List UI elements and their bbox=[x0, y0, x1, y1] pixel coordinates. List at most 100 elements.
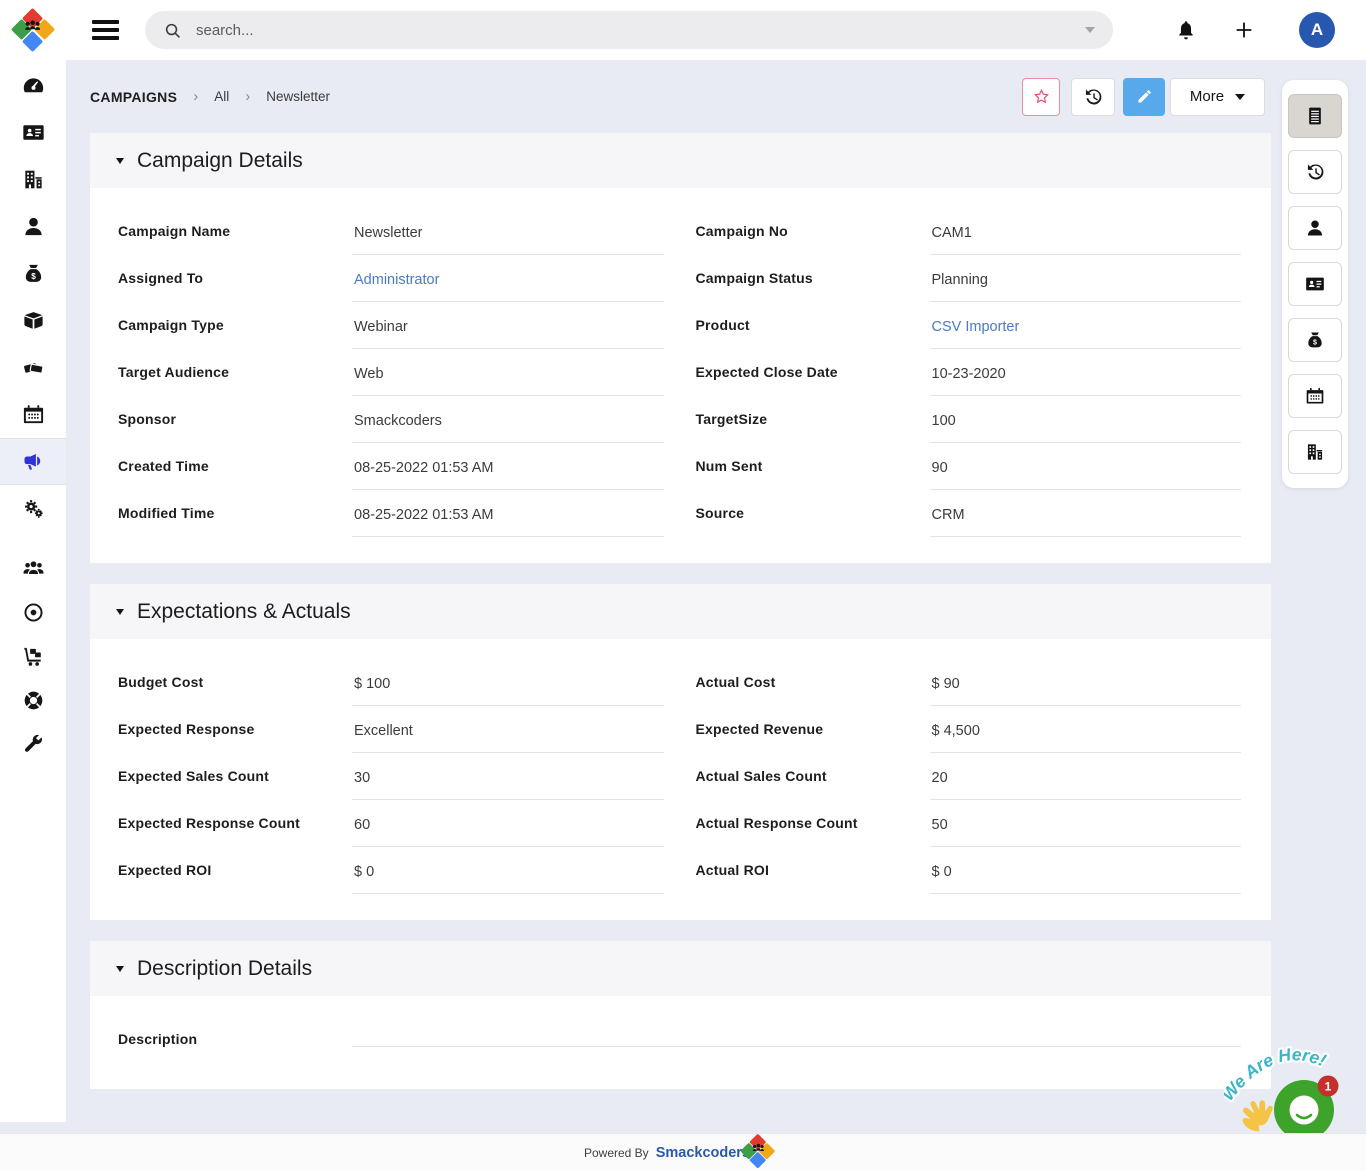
history-icon bbox=[1083, 87, 1103, 107]
sidebar-item-tickets[interactable] bbox=[0, 344, 66, 391]
sidebar-item-dashboard[interactable] bbox=[0, 62, 66, 109]
more-button[interactable]: More bbox=[1170, 78, 1265, 116]
quick-create-plus-icon[interactable] bbox=[1233, 19, 1255, 41]
field-row: Expected Revenue$ 4,500 bbox=[696, 712, 1242, 759]
footer-logo[interactable] bbox=[742, 1135, 774, 1167]
field-value: Excellent bbox=[352, 712, 664, 753]
field-value: 30 bbox=[352, 759, 664, 800]
sidebar-item-purchases[interactable] bbox=[0, 634, 66, 678]
section-body: Campaign NameNewsletterAssigned ToAdmini… bbox=[90, 188, 1271, 563]
field-value: CRM bbox=[930, 496, 1242, 537]
rail-button-leads-related[interactable] bbox=[1288, 262, 1342, 306]
breadcrumb-item-all[interactable]: All bbox=[214, 89, 229, 104]
sidebar-item-contacts[interactable] bbox=[0, 203, 66, 250]
sidebar-item-settings[interactable] bbox=[0, 485, 66, 532]
calendar-icon bbox=[1305, 386, 1325, 406]
field-label: Campaign Type bbox=[118, 308, 352, 333]
field-row: Actual ROI$ 0 bbox=[696, 853, 1242, 900]
field-row: Expected ROI$ 0 bbox=[118, 853, 664, 900]
field-value: 50 bbox=[930, 806, 1242, 847]
sidebar-item-products[interactable] bbox=[0, 297, 66, 344]
wrench-icon bbox=[22, 733, 45, 756]
field-row: Num Sent90 bbox=[696, 449, 1242, 496]
sidebar-item-calendar[interactable] bbox=[0, 391, 66, 438]
menu-hamburger-icon[interactable] bbox=[92, 16, 119, 44]
field-label: Expected Close Date bbox=[696, 355, 930, 380]
history-icon bbox=[1305, 162, 1325, 182]
rail-button-history-view[interactable] bbox=[1288, 150, 1342, 194]
field-label: Campaign Name bbox=[118, 214, 352, 239]
rail-button-details-view[interactable] bbox=[1288, 94, 1342, 138]
rail-button-organizations-related[interactable] bbox=[1288, 430, 1342, 474]
breadcrumb-separator-icon: › bbox=[193, 88, 198, 105]
tickets-icon bbox=[22, 356, 45, 379]
app-logo[interactable] bbox=[0, 9, 66, 51]
rail-button-deals-related[interactable]: $ bbox=[1288, 318, 1342, 362]
section-header-expectations-actuals[interactable]: Expectations & Actuals bbox=[90, 584, 1271, 639]
chat-badge-count: 1 bbox=[1325, 1080, 1332, 1094]
sidebar-item-user-groups[interactable] bbox=[0, 546, 66, 590]
rail-button-activities-related[interactable] bbox=[1288, 374, 1342, 418]
edit-button[interactable] bbox=[1123, 78, 1165, 116]
sidebar-item-tools[interactable] bbox=[0, 722, 66, 766]
section-header-description-details[interactable]: Description Details bbox=[90, 941, 1271, 996]
field-value: $ 100 bbox=[352, 665, 664, 706]
field-value-link[interactable]: CSV Importer bbox=[932, 319, 1020, 335]
field-value: 100 bbox=[930, 402, 1242, 443]
field-value: 08-25-2022 01:53 AM bbox=[352, 496, 664, 537]
search-dropdown-caret-icon[interactable] bbox=[1085, 27, 1095, 33]
favorite-star-button[interactable] bbox=[1022, 78, 1060, 116]
gears-icon bbox=[22, 497, 45, 520]
field-value: 90 bbox=[930, 449, 1242, 490]
section-body: Budget Cost$ 100Expected ResponseExcelle… bbox=[90, 639, 1271, 920]
field-row: SourceCRM bbox=[696, 496, 1242, 543]
powered-by-label: Powered By bbox=[584, 1146, 649, 1160]
breadcrumb-item-campaigns[interactable]: CAMPAIGNS bbox=[90, 89, 177, 105]
section-title: Expectations & Actuals bbox=[137, 600, 351, 624]
revert-history-button[interactable] bbox=[1071, 78, 1115, 116]
search-input[interactable] bbox=[196, 22, 1085, 39]
field-value: $ 4,500 bbox=[930, 712, 1242, 753]
field-label: Actual Cost bbox=[696, 665, 930, 690]
field-label: Actual ROI bbox=[696, 853, 930, 878]
field-value: $ 0 bbox=[352, 853, 664, 894]
footer-brand-link[interactable]: Smackcoders bbox=[656, 1145, 750, 1161]
related-tabs-rail: $ bbox=[1282, 80, 1348, 488]
field-label: Expected ROI bbox=[118, 853, 352, 878]
field-label: Expected Response Count bbox=[118, 806, 352, 831]
cart-icon bbox=[22, 645, 45, 668]
breadcrumb-item-newsletter[interactable]: Newsletter bbox=[266, 89, 330, 104]
user-icon bbox=[1305, 218, 1325, 238]
dashboard-icon bbox=[22, 74, 45, 97]
sidebar-item-organizations[interactable] bbox=[0, 156, 66, 203]
notifications-bell-icon[interactable] bbox=[1175, 19, 1197, 41]
field-value: $ 90 bbox=[930, 665, 1242, 706]
field-value-link[interactable]: Administrator bbox=[354, 272, 439, 288]
field-label: Expected Sales Count bbox=[118, 759, 352, 784]
rail-button-contacts-related[interactable] bbox=[1288, 206, 1342, 250]
user-icon bbox=[22, 215, 45, 238]
sidebar-item-support[interactable] bbox=[0, 678, 66, 722]
svg-text:$: $ bbox=[1313, 339, 1317, 347]
breadcrumb-separator-icon: › bbox=[245, 88, 250, 105]
sidebar-item-campaigns[interactable] bbox=[0, 438, 66, 485]
fields-right-column: Actual Cost$ 90 Expected Revenue$ 4,500 Ac… bbox=[696, 665, 1242, 900]
global-search[interactable] bbox=[145, 11, 1113, 49]
field-label: Actual Response Count bbox=[696, 806, 930, 831]
field-row: TargetSize100 bbox=[696, 402, 1242, 449]
chat-widget[interactable]: 1 We Are Here! bbox=[1224, 1036, 1364, 1133]
pencil-icon bbox=[1136, 88, 1153, 105]
field-row: Created Time08-25-2022 01:53 AM bbox=[118, 449, 664, 496]
sidebar-item-contacts-card[interactable] bbox=[0, 109, 66, 156]
sidebar-item-targets[interactable] bbox=[0, 590, 66, 634]
field-value: 10-23-2020 bbox=[930, 355, 1242, 396]
section-header-campaign-details[interactable]: Campaign Details bbox=[90, 133, 1271, 188]
section-title: Description Details bbox=[137, 957, 312, 981]
field-row: Expected ResponseExcellent bbox=[118, 712, 664, 759]
user-avatar[interactable]: A bbox=[1299, 12, 1335, 48]
field-row: Campaign TypeWebinar bbox=[118, 308, 664, 355]
left-sidebar: $ bbox=[0, 60, 66, 1122]
field-label: Product bbox=[696, 308, 930, 333]
star-icon bbox=[1032, 87, 1051, 106]
sidebar-item-deals[interactable]: $ bbox=[0, 250, 66, 297]
